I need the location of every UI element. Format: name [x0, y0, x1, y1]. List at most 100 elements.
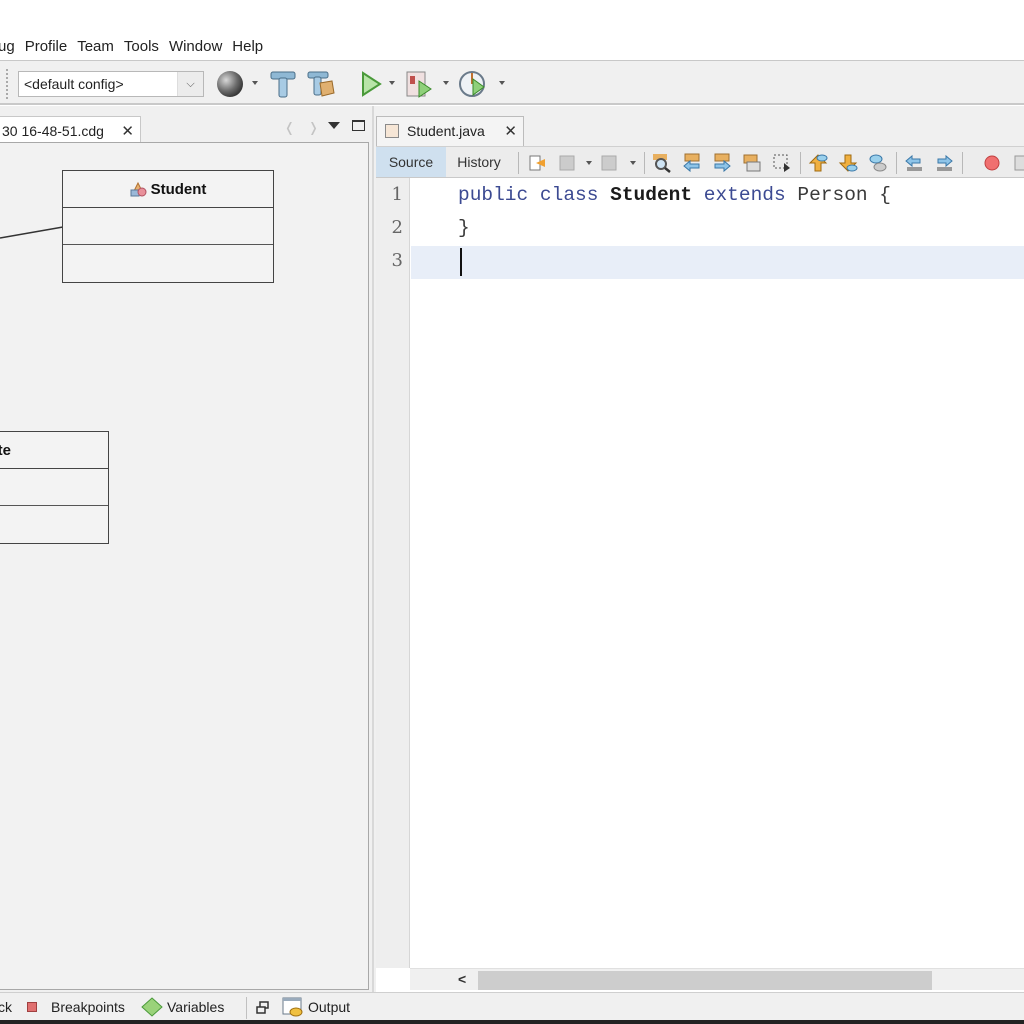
main-toolbar: <default config> ⌵ — [0, 60, 1024, 105]
source-tab-button[interactable]: Source — [376, 147, 446, 177]
config-select[interactable]: <default config> ⌵ — [18, 71, 204, 97]
forward-dropdown-arrow[interactable] — [630, 161, 636, 165]
uml-class-partial[interactable]: ate — [0, 431, 109, 544]
title-area — [0, 0, 1024, 32]
uml-class-student[interactable]: Student — [62, 170, 274, 283]
uml-class-name: Student — [150, 180, 207, 198]
stop-macro-recording-icon[interactable] — [1012, 153, 1024, 173]
menu-tools[interactable]: Tools — [124, 38, 159, 55]
previous-bookmark-icon[interactable] — [808, 153, 828, 173]
toolbar-separator — [800, 152, 801, 174]
menu-profile[interactable]: Profile — [25, 38, 68, 55]
menu-bar: ug Profile Team Tools Window Help — [0, 32, 1024, 60]
menu-window[interactable]: Window — [169, 38, 222, 55]
uml-class-header: Student — [63, 171, 273, 208]
toolbar-separator — [644, 152, 645, 174]
toolbar-separator — [896, 152, 897, 174]
code-token: public — [458, 184, 540, 206]
current-line-highlight — [411, 246, 1024, 279]
start-macro-recording-icon[interactable] — [982, 153, 1002, 173]
scrollbar-thumb[interactable] — [478, 971, 932, 990]
scroll-tabs-left-icon[interactable]: ❬ — [284, 120, 295, 136]
tab-student-java[interactable]: Student.java ✕ — [376, 116, 524, 146]
find-next-icon[interactable] — [712, 153, 732, 173]
debug-icon[interactable] — [404, 69, 434, 99]
globe-dropdown-arrow[interactable] — [252, 81, 258, 85]
scroll-tabs-right-icon[interactable]: ❭ — [308, 120, 319, 136]
profile-dropdown-arrow[interactable] — [499, 81, 505, 85]
java-file-icon — [385, 124, 399, 138]
debug-dropdown-arrow[interactable] — [443, 81, 449, 85]
tab-list-dropdown-icon[interactable] — [328, 122, 340, 129]
diagram-canvas[interactable]: Student ate — [0, 142, 369, 990]
find-previous-icon[interactable] — [682, 153, 702, 173]
find-icon[interactable] — [652, 153, 672, 173]
toolbar-separator — [962, 152, 963, 174]
line-number-gutter[interactable]: 1 2 3 — [376, 178, 410, 968]
breakpoint-icon — [27, 1002, 37, 1012]
horizontal-scrollbar[interactable]: < — [410, 968, 1024, 990]
variables-icon — [141, 997, 163, 1017]
code-token: extends — [692, 184, 798, 206]
breakpoints-tab[interactable]: Breakpoints — [51, 999, 125, 1015]
tab-student-java-label: Student.java — [407, 123, 485, 139]
close-icon[interactable]: ✕ — [121, 122, 134, 140]
forward-icon[interactable] — [600, 153, 620, 173]
uml-attributes-section[interactable] — [0, 469, 108, 506]
clean-build-icon[interactable] — [306, 69, 336, 99]
call-stack-tab[interactable]: ck — [0, 999, 12, 1015]
separator — [246, 997, 247, 1019]
back-icon[interactable] — [558, 153, 578, 173]
window-bottom-edge — [0, 1020, 1024, 1024]
menu-team[interactable]: Team — [77, 38, 114, 55]
build-hammer-icon[interactable] — [268, 69, 298, 99]
tab-diagram-label: 30 16-48-51.cdg — [2, 123, 104, 139]
shift-left-icon[interactable] — [904, 153, 924, 173]
toggle-highlight-icon[interactable] — [742, 153, 762, 173]
shift-right-icon[interactable] — [934, 153, 954, 173]
line-number: 3 — [391, 250, 403, 271]
class-icon — [130, 181, 147, 197]
code-editor[interactable]: 1 2 3 public class Student extends Perso… — [376, 178, 1024, 992]
code-line[interactable]: public class Student extends Person { — [458, 184, 891, 206]
run-dropdown-arrow[interactable] — [389, 81, 395, 85]
output-icon — [282, 997, 303, 1017]
editor-toolbar: Source History — [376, 146, 1024, 178]
maximize-icon[interactable] — [352, 120, 365, 131]
output-tab[interactable]: Output — [308, 999, 350, 1015]
code-token: } — [458, 217, 470, 239]
bottom-window-bar: ck Breakpoints Variables Output — [0, 992, 1024, 1020]
uml-class-name: ate — [0, 441, 11, 459]
toggle-bookmark-icon[interactable] — [868, 153, 888, 173]
toolbar-grip[interactable] — [6, 69, 8, 99]
uml-class-header: ate — [0, 432, 108, 469]
profile-icon[interactable] — [458, 69, 488, 99]
last-edit-icon[interactable] — [528, 153, 548, 173]
scroll-left-icon[interactable]: < — [458, 971, 466, 987]
next-bookmark-icon[interactable] — [838, 153, 858, 173]
variables-tab[interactable]: Variables — [167, 999, 224, 1015]
text-caret — [460, 248, 462, 276]
chevron-down-icon[interactable]: ⌵ — [177, 72, 203, 96]
menu-debug[interactable]: ug — [0, 38, 15, 55]
history-tab-button[interactable]: History — [448, 147, 510, 177]
code-token: Person { — [797, 184, 892, 206]
code-line[interactable]: } — [458, 217, 470, 239]
run-icon[interactable] — [356, 69, 386, 99]
toolbar-separator — [518, 152, 519, 174]
uml-methods-section[interactable] — [0, 506, 108, 543]
back-dropdown-arrow[interactable] — [586, 161, 592, 165]
uml-methods-section[interactable] — [63, 245, 273, 282]
rectangular-selection-icon[interactable] — [772, 153, 792, 173]
close-icon[interactable]: ✕ — [504, 122, 517, 140]
line-number: 1 — [391, 184, 403, 205]
globe-icon[interactable] — [215, 69, 245, 99]
code-token: Student — [610, 184, 693, 206]
editor-pane: Student.java ✕ Source History 1 2 3 publ… — [372, 106, 1024, 992]
uml-attributes-section[interactable] — [63, 208, 273, 245]
code-token: class — [539, 184, 611, 206]
config-value: <default config> — [24, 76, 124, 92]
restore-window-icon[interactable] — [256, 1001, 270, 1015]
menu-help[interactable]: Help — [232, 38, 263, 55]
diagram-pane: 30 16-48-51.cdg ✕ ❬ ❭ Student ate — [0, 106, 372, 992]
